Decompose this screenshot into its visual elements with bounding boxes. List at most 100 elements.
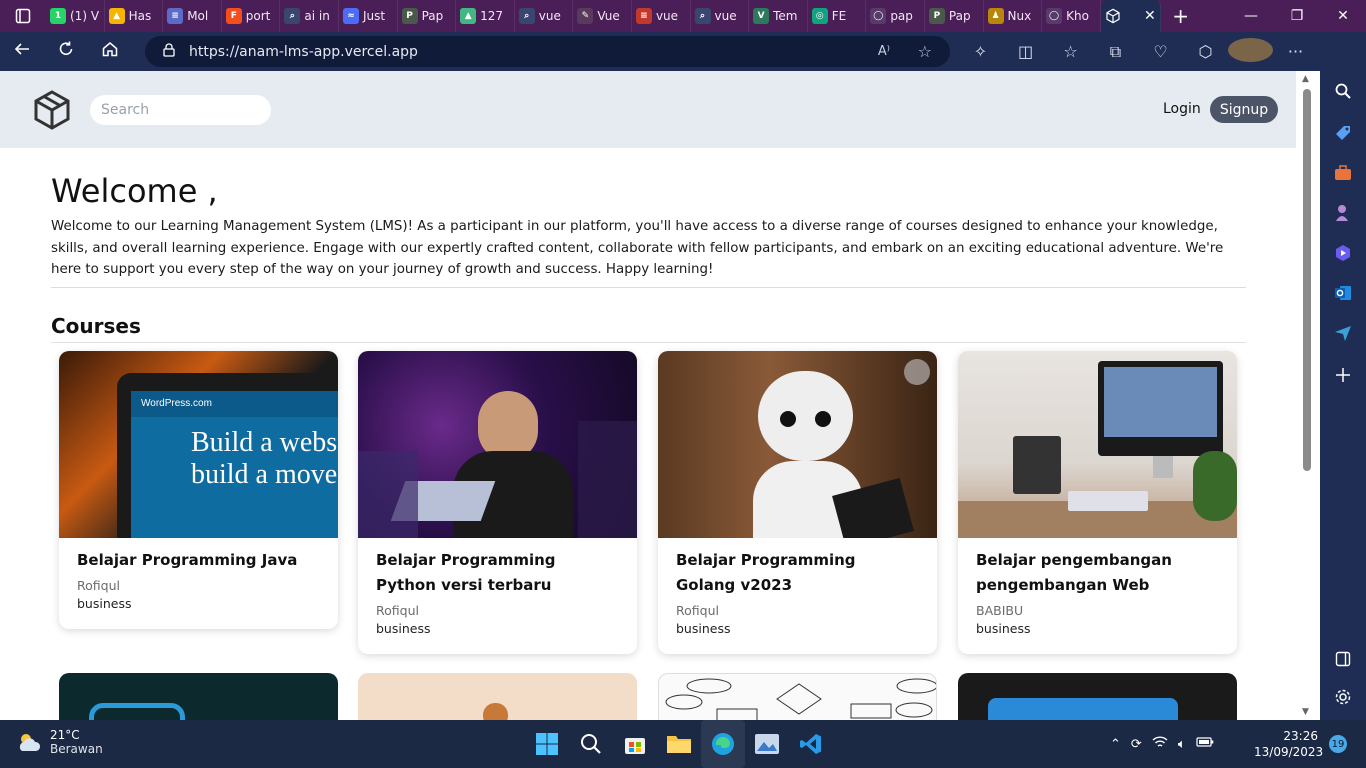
edge-browser-icon[interactable] [701,720,745,768]
browser-tab[interactable]: ≡ Mol [163,0,222,32]
performance-icon[interactable]: ♡ [1138,42,1183,61]
browser-tab[interactable]: ⌕ ai in [280,0,339,32]
microsoft-365-icon[interactable] [1331,242,1355,264]
minimize-button[interactable]: — [1228,8,1274,24]
vscode-icon[interactable] [789,720,833,768]
outlook-icon[interactable] [1331,282,1355,304]
refresh-icon[interactable] [44,40,88,63]
sidebar-settings-icon[interactable] [1331,686,1355,708]
tools-briefcase-icon[interactable] [1331,162,1355,184]
course-card[interactable]: Belajar Programming Python versi terbaru… [358,351,637,654]
collections-icon[interactable]: ⧉ [1093,42,1138,62]
browser-tab[interactable]: ⌕ vue [691,0,750,32]
browser-tab[interactable]: V Tem [749,0,808,32]
tab-label: vue [714,9,737,23]
system-tray: ⌃ ⟳ 🔈︎ [1110,720,1214,768]
scroll-up-icon[interactable]: ▲ [1302,74,1309,84]
course-card-partial[interactable] [358,673,637,720]
tab-label: 127 [480,9,504,23]
login-link[interactable]: Login [1163,101,1201,117]
maximize-button[interactable]: ❐ [1274,8,1320,24]
tab-favicon-icon: ✎ [577,8,594,24]
workspaces-icon[interactable] [0,0,46,32]
course-card[interactable]: WordPress.com Build a webs build a move … [59,351,338,629]
file-explorer-icon[interactable] [657,720,701,768]
course-card-partial[interactable] [658,673,937,720]
split-screen-icon[interactable]: ◫ [1003,42,1048,61]
tab-label: vue [538,9,561,23]
windows-taskbar: 21°C Berawan ⌃ ⟳ 🔈︎ 23:26 13/09/2023 19 [0,720,1366,768]
games-icon[interactable] [1331,202,1355,224]
page-scrollbar[interactable]: ▲ ▼ [1296,71,1320,720]
tab-active[interactable]: ✕ [1100,0,1161,32]
image-headline-2: build a move [191,459,338,490]
tab-label: Tem [773,9,798,23]
course-card[interactable]: Belajar Programming Golang v2023 Rofiqul… [658,351,937,654]
browser-essentials-icon[interactable]: ⬡ [1183,42,1228,61]
signup-button[interactable]: Signup [1210,96,1278,123]
volume-icon[interactable]: 🔈︎ [1178,737,1186,752]
tab-favicon-icon: ◯ [870,8,887,24]
hide-sidebar-icon[interactable] [1331,648,1355,670]
new-tab-button[interactable]: + [1161,4,1201,28]
browser-tab[interactable]: ♟ Nux [984,0,1043,32]
photos-app-icon[interactable] [745,720,789,768]
settings-more-icon[interactable]: ··· [1273,42,1318,61]
home-icon[interactable] [88,40,132,63]
browser-tab[interactable]: ▲ Has [105,0,164,32]
search-input[interactable] [90,95,271,125]
browser-tab[interactable]: ◯ Kho [1042,0,1101,32]
tab-favicon-icon: ≡ [635,8,652,24]
taskbar-search-icon[interactable] [569,720,613,768]
lock-icon[interactable] [163,42,175,61]
back-icon[interactable] [0,40,44,63]
browser-tab[interactable]: 1 (1) V [46,0,105,32]
tab-label: FE [831,9,847,23]
browser-tab[interactable]: ◯ pap [866,0,925,32]
browser-tab[interactable]: P Pap [398,0,457,32]
notification-badge[interactable]: 19 [1329,735,1347,753]
chevron-up-icon[interactable]: ⌃ [1110,737,1121,752]
lms-logo-icon [1105,8,1121,24]
shopping-tag-icon[interactable] [1331,122,1355,144]
course-title[interactable]: Belajar pengembangan pengembangan Web [976,548,1219,598]
browser-tab[interactable]: P Pap [925,0,984,32]
course-card-partial[interactable] [59,673,338,720]
course-image [358,351,637,538]
close-tab-icon[interactable]: ✕ [1144,8,1156,24]
browser-tab[interactable]: ◎ FE [808,0,867,32]
course-card[interactable]: Belajar pengembangan pengembangan Web BA… [958,351,1237,654]
clock[interactable]: 23:26 13/09/2023 [1254,728,1323,760]
scroll-down-icon[interactable]: ▼ [1302,707,1309,717]
start-windows-icon[interactable] [525,720,569,768]
favorite-star-icon[interactable]: ☆ [918,42,932,61]
browser-tab[interactable]: ▲ 127 [456,0,515,32]
search-icon[interactable] [1331,80,1355,102]
course-card-partial[interactable] [958,673,1237,720]
browser-tab[interactable]: ≡ vue [632,0,691,32]
weather-widget[interactable]: 21°C Berawan [16,728,103,756]
browser-tab[interactable]: Fport [222,0,281,32]
close-window-button[interactable]: ✕ [1320,8,1366,24]
battery-icon[interactable] [1196,736,1214,752]
course-title[interactable]: Belajar Programming Java [77,548,320,573]
scrollbar-thumb[interactable] [1303,89,1311,471]
tab-label: Mol [187,9,209,23]
visual-search-icon[interactable] [904,359,930,385]
sync-icon[interactable]: ⟳ [1131,737,1142,752]
browser-tab[interactable]: ⌕ vue [515,0,574,32]
drop-send-icon[interactable] [1331,322,1355,344]
microsoft-store-icon[interactable] [613,720,657,768]
browser-tab[interactable]: ✎ Vue [573,0,632,32]
wifi-icon[interactable] [1152,735,1168,753]
course-title[interactable]: Belajar Programming Python versi terbaru [376,548,619,598]
favorites-icon[interactable]: ☆ [1048,42,1093,61]
browser-tab[interactable]: ≈ Just [339,0,398,32]
add-sidebar-app-icon[interactable] [1331,364,1355,386]
course-title[interactable]: Belajar Programming Golang v2023 [676,548,919,598]
read-aloud-icon[interactable]: A⁾ [878,44,890,59]
site-logo-icon[interactable] [33,90,71,130]
extensions-icon[interactable]: ✧ [958,42,1003,61]
url-field[interactable]: https://anam-lms-app.vercel.app A⁾ ☆ [145,36,950,67]
profile-avatar[interactable] [1228,37,1273,66]
